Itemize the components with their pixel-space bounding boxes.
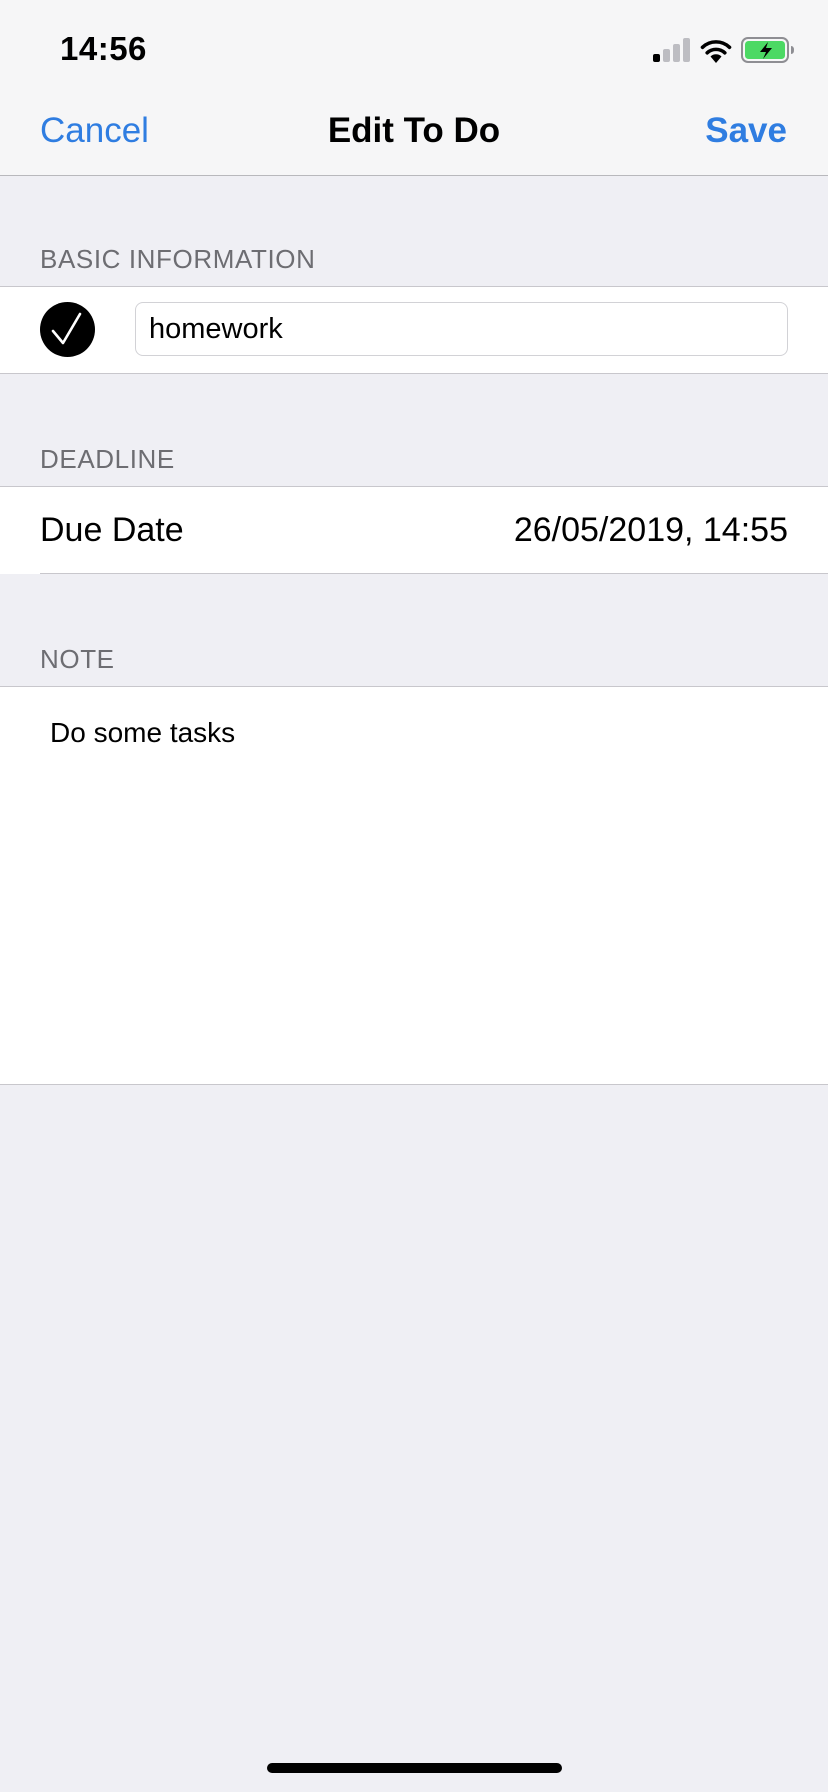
checkmark-icon: [51, 312, 82, 345]
basic-information-row: [0, 286, 828, 374]
todo-title-input[interactable]: [135, 302, 788, 356]
due-date-label: Due Date: [40, 511, 184, 549]
wifi-icon: [700, 40, 732, 63]
note-textarea[interactable]: Do some tasks: [0, 687, 828, 1084]
navigation-bar: Cancel Edit To Do Save: [0, 92, 828, 176]
row-divider: [40, 573, 828, 574]
edit-todo-screen: 14:56 Cancel Edit To Do Save BASIC INFOR…: [0, 0, 828, 1792]
section-header-basic-information: BASIC INFORMATION: [40, 244, 316, 274]
page-title: Edit To Do: [327, 111, 501, 150]
due-date-row[interactable]: Due Date 26/05/2019, 14:55: [0, 486, 828, 574]
status-bar: 14:56: [0, 0, 828, 92]
section-header-note: NOTE: [40, 644, 115, 674]
due-date-value[interactable]: 26/05/2019, 14:55: [514, 511, 788, 550]
save-button[interactable]: Save: [705, 111, 787, 151]
cellular-signal-icon: [653, 38, 691, 62]
battery-charging-icon: [741, 37, 794, 63]
completed-checkbox[interactable]: [40, 302, 95, 357]
home-indicator[interactable]: [267, 1763, 562, 1773]
status-time: 14:56: [60, 30, 147, 67]
section-header-deadline: DEADLINE: [40, 444, 175, 474]
note-row: Do some tasks: [0, 686, 828, 1085]
